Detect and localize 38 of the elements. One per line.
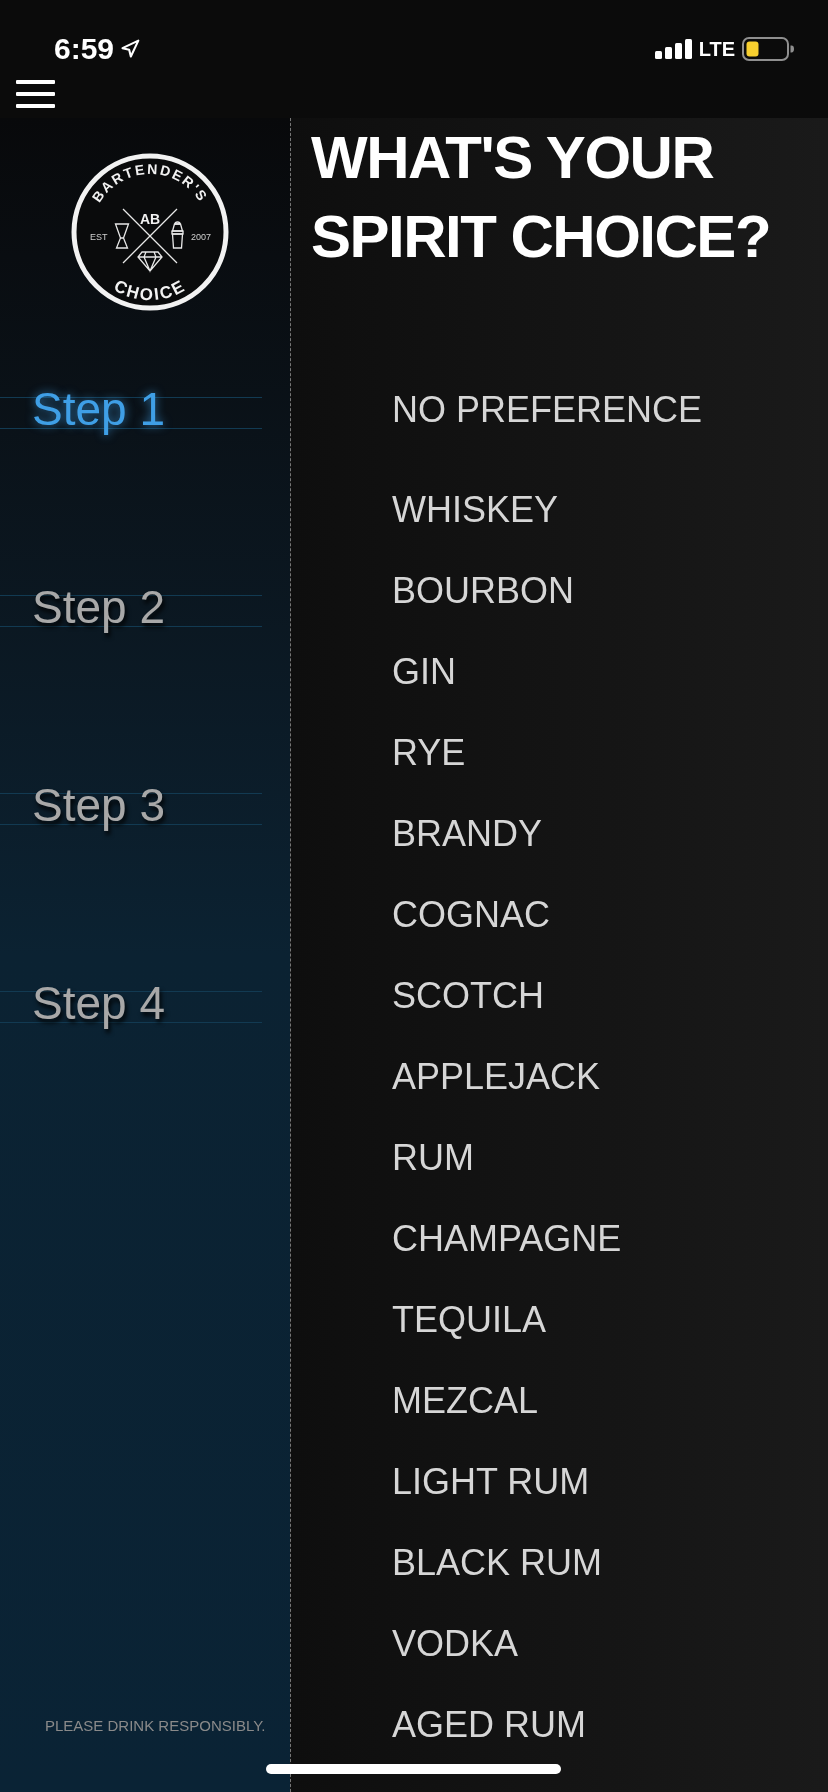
spirit-option[interactable]: APPLEJACK bbox=[392, 1055, 601, 1099]
spirit-option[interactable]: SCOTCH bbox=[392, 974, 544, 1018]
step-tab[interactable]: Step 3 bbox=[0, 779, 262, 831]
spirit-option[interactable]: CHAMPAGNE bbox=[392, 1217, 622, 1261]
network-type: LTE bbox=[698, 37, 735, 61]
spirit-option[interactable]: NO PREFERENCE bbox=[392, 388, 703, 432]
spirit-option[interactable]: WHISKEY bbox=[392, 488, 559, 532]
spirit-option[interactable]: LIGHT RUM bbox=[392, 1460, 590, 1504]
logo-bottom-text: CHOICE bbox=[111, 276, 189, 305]
crossed-lines-icon bbox=[122, 208, 178, 264]
spirit-option[interactable]: MEZCAL bbox=[392, 1379, 539, 1423]
spirit-option[interactable]: TEQUILA bbox=[392, 1298, 547, 1342]
spirit-option[interactable]: BLACK RUM bbox=[392, 1541, 603, 1585]
diamond-icon bbox=[137, 251, 163, 273]
logo-monogram: AB bbox=[139, 211, 161, 227]
status-time: 6:59 bbox=[54, 32, 115, 66]
menu-button[interactable] bbox=[16, 80, 55, 108]
jigger-icon bbox=[114, 223, 130, 249]
logo-right-text: 2007 bbox=[190, 232, 211, 242]
step-tab[interactable]: Step 1 bbox=[0, 383, 262, 435]
spirit-option[interactable]: RYE bbox=[392, 731, 466, 775]
spirit-option[interactable]: BRANDY bbox=[392, 812, 543, 856]
drink-responsibly-note: PLEASE DRINK RESPONSIBLY. bbox=[44, 1716, 267, 1736]
spirit-option[interactable]: AGED RUM bbox=[392, 1703, 586, 1747]
page-title: WHAT'S YOUR SPIRIT CHOICE? bbox=[311, 123, 772, 272]
spirit-option[interactable]: VODKA bbox=[392, 1622, 519, 1666]
cocktail-shaker-icon bbox=[171, 221, 184, 249]
spirit-option[interactable]: RUM bbox=[392, 1136, 474, 1180]
battery-icon bbox=[742, 37, 794, 61]
spirit-option[interactable]: BOURBON bbox=[392, 569, 575, 613]
spirit-option[interactable]: GIN bbox=[392, 650, 456, 694]
logo-left-text: EST bbox=[90, 232, 108, 242]
spirit-option[interactable]: COGNAC bbox=[392, 893, 550, 937]
menu-icon bbox=[16, 80, 55, 108]
location-arrow-icon bbox=[120, 39, 141, 59]
step-tab[interactable]: Step 2 bbox=[0, 581, 262, 633]
signal-bars-icon bbox=[654, 39, 692, 59]
step-tab[interactable]: Step 4 bbox=[0, 977, 262, 1029]
